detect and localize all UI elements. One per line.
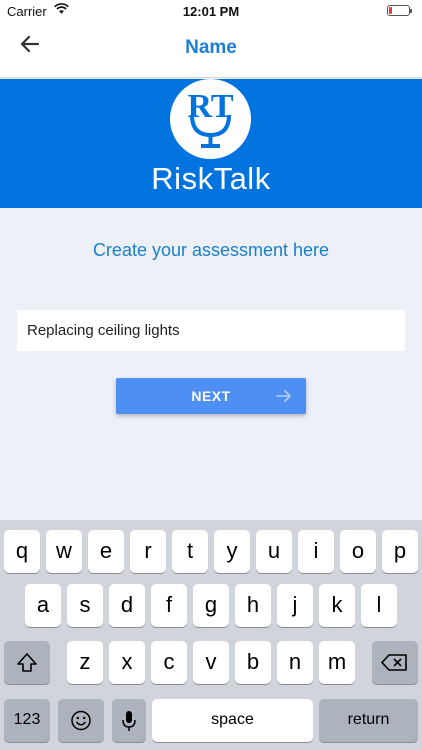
shift-key[interactable]	[4, 641, 50, 684]
emoji-icon	[71, 710, 91, 731]
key-r[interactable]: r	[130, 530, 166, 573]
key-x[interactable]: x	[109, 641, 145, 684]
page-title: Name	[185, 37, 237, 58]
key-f[interactable]: f	[151, 584, 187, 627]
key-b[interactable]: b	[235, 641, 271, 684]
space-key[interactable]: space	[152, 699, 313, 742]
key-m[interactable]: m	[319, 641, 355, 684]
key-c[interactable]: c	[151, 641, 187, 684]
key-i[interactable]: i	[298, 530, 334, 573]
assessment-heading: Create your assessment here	[92, 240, 330, 260]
key-a[interactable]: a	[25, 584, 61, 627]
key-e[interactable]: e	[88, 530, 124, 573]
emoji-key[interactable]	[58, 699, 104, 742]
key-t[interactable]: t	[172, 530, 208, 573]
backspace-icon	[381, 654, 407, 671]
arrow-right-icon	[276, 390, 291, 402]
key-q[interactable]: q	[4, 530, 40, 573]
battery-icon	[387, 5, 412, 16]
keyboard: q w e r t y u i o p a s d f g h j k l z …	[0, 520, 422, 750]
next-button[interactable]: NEXT	[116, 378, 306, 414]
key-u[interactable]: u	[256, 530, 292, 573]
shift-icon	[17, 653, 37, 672]
key-o[interactable]: o	[340, 530, 376, 573]
status-bar: Carrier 12:01 PM	[0, 0, 422, 24]
nav-bar: Name	[0, 24, 422, 78]
dictation-key[interactable]	[112, 699, 146, 742]
key-d[interactable]: d	[109, 584, 145, 627]
key-h[interactable]: h	[235, 584, 271, 627]
key-y[interactable]: y	[214, 530, 250, 573]
brand-name: RiskTalk	[151, 161, 271, 196]
key-w[interactable]: w	[46, 530, 82, 573]
microphone-icon	[122, 711, 136, 731]
clock: 12:01 PM	[182, 4, 240, 19]
microphone-icon: RT	[187, 88, 234, 148]
key-s[interactable]: s	[67, 584, 103, 627]
brand-banner: RT RiskTalk	[0, 79, 422, 208]
key-k[interactable]: k	[319, 584, 355, 627]
key-p[interactable]: p	[382, 530, 418, 573]
logo: RT	[170, 79, 251, 159]
key-n[interactable]: n	[277, 641, 313, 684]
numbers-key[interactable]: 123	[4, 699, 50, 742]
assessment-name-input[interactable]	[17, 310, 405, 351]
delete-key[interactable]	[372, 641, 418, 684]
key-l[interactable]: l	[361, 584, 397, 627]
key-g[interactable]: g	[193, 584, 229, 627]
key-v[interactable]: v	[193, 641, 229, 684]
return-key[interactable]: return	[319, 699, 418, 742]
key-j[interactable]: j	[277, 584, 313, 627]
key-z[interactable]: z	[67, 641, 103, 684]
